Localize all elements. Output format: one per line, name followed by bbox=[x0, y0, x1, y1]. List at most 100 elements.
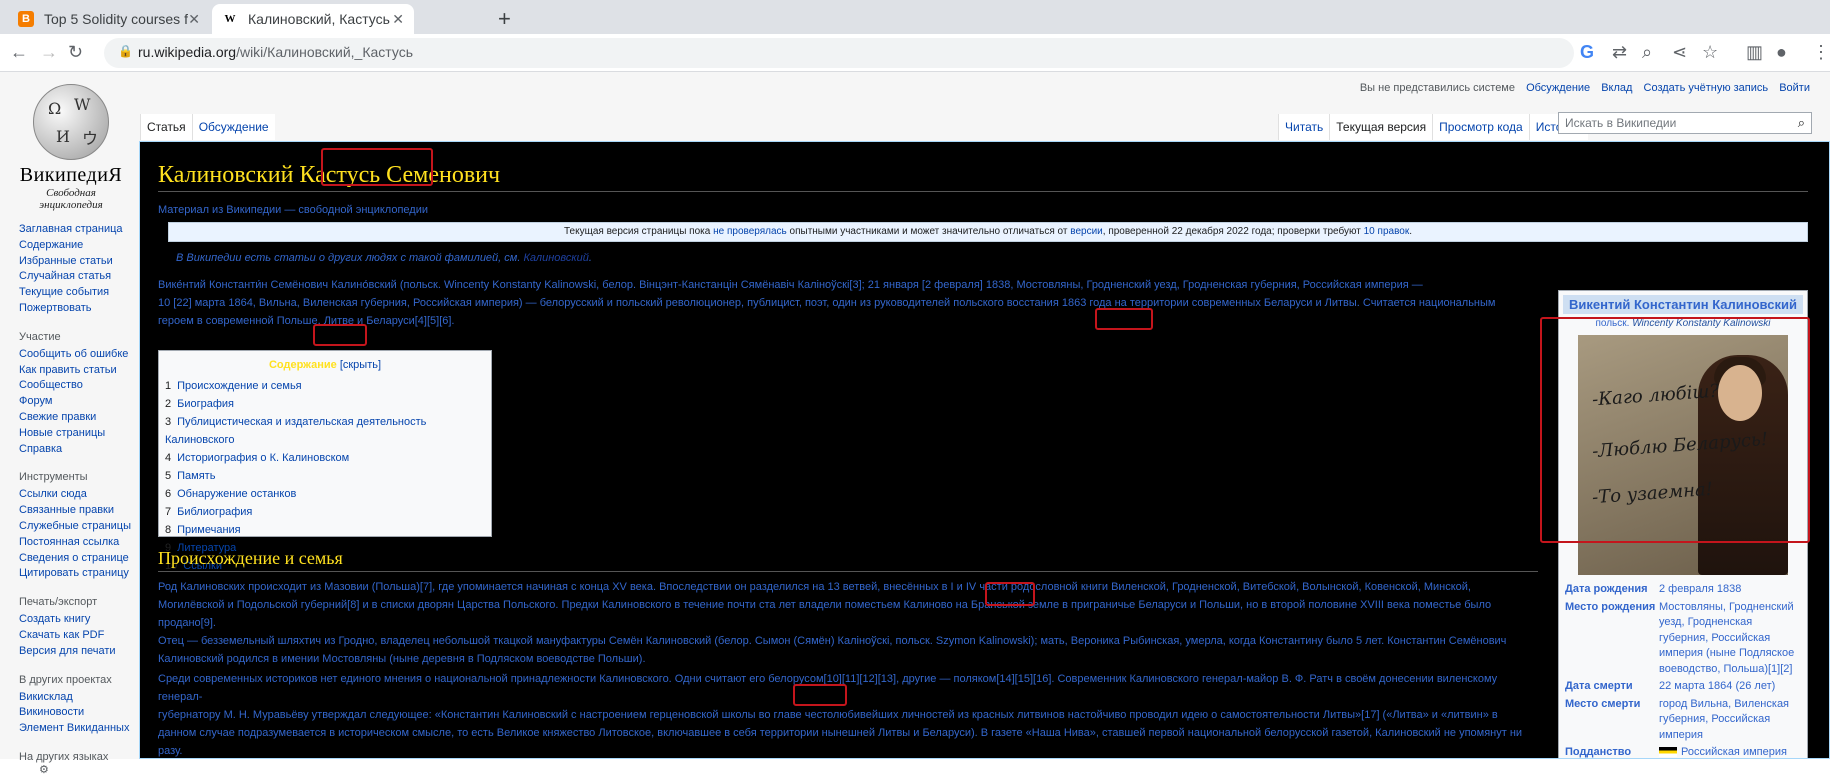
sidebar-heading: В других проектах bbox=[19, 673, 112, 686]
toc-item[interactable]: 1 Происхождение и семья bbox=[165, 377, 491, 395]
hatnote: В Википедии есть статьи о других людях с… bbox=[176, 252, 592, 264]
forward-icon[interactable]: → bbox=[40, 42, 58, 63]
sidebar-link[interactable]: Связанные правки bbox=[19, 503, 139, 519]
not-checked-link[interactable]: не проверялась bbox=[713, 226, 787, 237]
tab-read[interactable]: Читать bbox=[1278, 114, 1330, 140]
sidebar-link[interactable]: Версия для печати bbox=[19, 644, 139, 660]
sidebar-link[interactable]: Служебные страницы bbox=[19, 519, 139, 535]
sidebar-link[interactable]: Скачать как PDF bbox=[19, 628, 139, 644]
tab-article[interactable]: Статья bbox=[140, 114, 192, 140]
sidebar-link[interactable]: Содержание bbox=[19, 238, 139, 254]
login-link[interactable]: Войти bbox=[1779, 82, 1810, 94]
tab-view-source[interactable]: Просмотр кода bbox=[1432, 114, 1529, 140]
translate-icon[interactable]: ⇄ bbox=[1612, 42, 1627, 63]
sidebar-link[interactable]: Заглавная страница bbox=[19, 222, 139, 238]
highlight-box bbox=[985, 582, 1035, 606]
sidebar-link[interactable]: Ссылки сюда bbox=[19, 487, 139, 503]
toc-item[interactable]: 8 Примечания bbox=[165, 521, 491, 539]
sidebar-link[interactable]: Постоянная ссылка bbox=[19, 535, 139, 551]
google-icon[interactable]: G bbox=[1580, 42, 1594, 63]
infobox-row: Место смерти город Вильна, Виленская губе… bbox=[1559, 696, 1807, 745]
section-paragraph: Отец — безземельный шляхтич из Гродно, в… bbox=[158, 635, 1507, 665]
tab-talk[interactable]: Обсуждение bbox=[191, 114, 275, 140]
toc-item[interactable]: 5 Память bbox=[165, 467, 491, 485]
sidebar-link[interactable]: Справка bbox=[19, 442, 139, 458]
lock-icon[interactable]: 🔒 bbox=[118, 44, 133, 58]
personal-tools: Вы не представились системе Обсуждение В… bbox=[1352, 82, 1810, 94]
infobox-value[interactable]: Мостовляны, Гродненский уезд, Гродненска… bbox=[1659, 600, 1801, 678]
edits-link[interactable]: 10 правок bbox=[1364, 226, 1410, 237]
sidebar-link[interactable]: Форум bbox=[19, 394, 139, 410]
sidebar-link[interactable]: Свежие правки bbox=[19, 410, 139, 426]
browser-tab-wikipedia[interactable]: W Калиновский, Кастусь — ✕ bbox=[212, 4, 414, 34]
gear-icon[interactable]: ⚙ bbox=[39, 764, 49, 776]
section-paragraph: Род Калиновских происходит из Мазовии (П… bbox=[158, 581, 1492, 629]
toc-item[interactable]: 7 Библиография bbox=[165, 503, 491, 521]
sidebar-link[interactable]: Пожертвовать bbox=[19, 301, 139, 317]
infobox-value[interactable]: Российская империя bbox=[1659, 745, 1787, 758]
section-heading: Происхождение и семья bbox=[158, 548, 1538, 572]
back-icon[interactable]: ← bbox=[10, 42, 28, 63]
tab-title: Калиновский, Кастусь — bbox=[248, 11, 393, 27]
menu-icon[interactable]: ⋮ bbox=[1812, 42, 1830, 63]
infobox-key: Дата рождения bbox=[1565, 583, 1648, 595]
wikipedia-logo[interactable]: ΩWИウ ВикипедиЯ Свободная энциклопедия bbox=[16, 84, 126, 211]
create-account-link[interactable]: Создать учётную запись bbox=[1644, 82, 1769, 94]
sidebar-link[interactable]: Избранные статьи bbox=[19, 254, 139, 270]
toc-item[interactable]: 3 Публицистическая и издательская деятель… bbox=[165, 413, 491, 449]
sidebar-link[interactable]: Случайная статья bbox=[19, 269, 139, 285]
address-bar[interactable]: 🔒 ru.wikipedia.org/wiki/Калиновский,_Кас… bbox=[104, 38, 1574, 68]
reload-icon[interactable]: ↻ bbox=[68, 42, 83, 63]
personal-talk-link[interactable]: Обсуждение bbox=[1526, 82, 1590, 94]
infobox-row: Место рождения Мостовляны, Гродненский уе… bbox=[1559, 599, 1807, 679]
sidebar-link[interactable]: Викиновости bbox=[19, 705, 139, 721]
close-tab-icon[interactable]: ✕ bbox=[392, 11, 404, 28]
view-tabs: Читать Текущая версия Просмотр кода Исто… bbox=[1278, 112, 1589, 140]
tab-current-version[interactable]: Текущая версия bbox=[1329, 114, 1433, 140]
close-tab-icon[interactable]: ✕ bbox=[188, 11, 200, 28]
profile-icon[interactable]: ● bbox=[1776, 42, 1787, 63]
new-tab-button[interactable]: + bbox=[498, 6, 511, 32]
sidebar-link[interactable]: Создать книгу bbox=[19, 612, 139, 628]
infobox-row: Дата смерти 22 марта 1864 (26 лет) bbox=[1559, 678, 1807, 696]
search-icon[interactable]: ⌕ bbox=[1798, 115, 1805, 131]
highlight-box bbox=[321, 148, 433, 186]
sidebar-link[interactable]: Сообщить об ошибке bbox=[19, 347, 139, 363]
sidebar-link[interactable]: Викисклад bbox=[19, 690, 139, 706]
toc-item[interactable]: 4 Историография о К. Калиновском bbox=[165, 449, 491, 467]
personal-contribs-link[interactable]: Вклад bbox=[1601, 82, 1632, 94]
url-text[interactable]: ru.wikipedia.org/wiki/Калиновский,_Касту… bbox=[138, 44, 413, 60]
toc-item[interactable]: 6 Обнаружение останков bbox=[165, 485, 491, 503]
highlight-box bbox=[1540, 317, 1810, 543]
wikipedia-page: ΩWИウ ВикипедиЯ Свободная энциклопедия За… bbox=[0, 72, 1830, 776]
sidebar-link[interactable]: Текущие события bbox=[19, 285, 139, 301]
infobox-value[interactable]: 22 марта 1864 (26 лет) bbox=[1659, 679, 1775, 695]
infobox-key: Подданство bbox=[1565, 746, 1632, 758]
side-panel-icon[interactable]: ▥ bbox=[1746, 42, 1763, 63]
sidebar-heading: Инструменты bbox=[19, 471, 88, 484]
sidebar-link[interactable]: Новые страницы bbox=[19, 426, 139, 442]
browser-toolbar: ← → ↻ 🔒 ru.wikipedia.org/wiki/Калиновски… bbox=[0, 34, 1830, 72]
toc-item[interactable]: 2 Биография bbox=[165, 395, 491, 413]
share-icon[interactable]: ⋖ bbox=[1672, 42, 1687, 63]
infobox-value[interactable]: город Вильна, Виленская губерния, Россий… bbox=[1659, 697, 1801, 744]
article-content: Калиновский Кастусь Семенович Материал и… bbox=[139, 141, 1830, 759]
globe-icon: ΩWИウ bbox=[33, 84, 109, 160]
flag-icon bbox=[1659, 747, 1677, 758]
disambiguation-link[interactable]: Калиновский bbox=[523, 252, 588, 264]
browser-tab-solidity[interactable]: B Top 5 Solidity courses for ✕ bbox=[8, 4, 210, 34]
bookmark-star-icon[interactable]: ☆ bbox=[1702, 42, 1718, 63]
zoom-icon[interactable]: ⌕ bbox=[1642, 42, 1652, 63]
toc-hide-toggle[interactable]: [скрыть] bbox=[340, 359, 381, 371]
sidebar-link[interactable]: Цитировать страницу bbox=[19, 566, 139, 582]
from-wikipedia: Материал из Википедии — свободной энцикл… bbox=[158, 204, 428, 216]
highlight-box bbox=[313, 324, 367, 346]
infobox-value[interactable]: 2 февраля 1838 bbox=[1659, 582, 1741, 598]
search-input[interactable]: Искать в Википедии ⌕ bbox=[1558, 112, 1812, 134]
sidebar-link[interactable]: Элемент Викиданных bbox=[19, 721, 139, 737]
sidebar-link[interactable]: Сообщество bbox=[19, 378, 139, 394]
sidebar: Заглавная страница Содержание Избранные ст… bbox=[19, 222, 139, 780]
version-link[interactable]: версии bbox=[1070, 226, 1103, 237]
sidebar-link[interactable]: Как править статьи bbox=[19, 363, 139, 379]
sidebar-link[interactable]: Сведения о странице bbox=[19, 551, 139, 567]
